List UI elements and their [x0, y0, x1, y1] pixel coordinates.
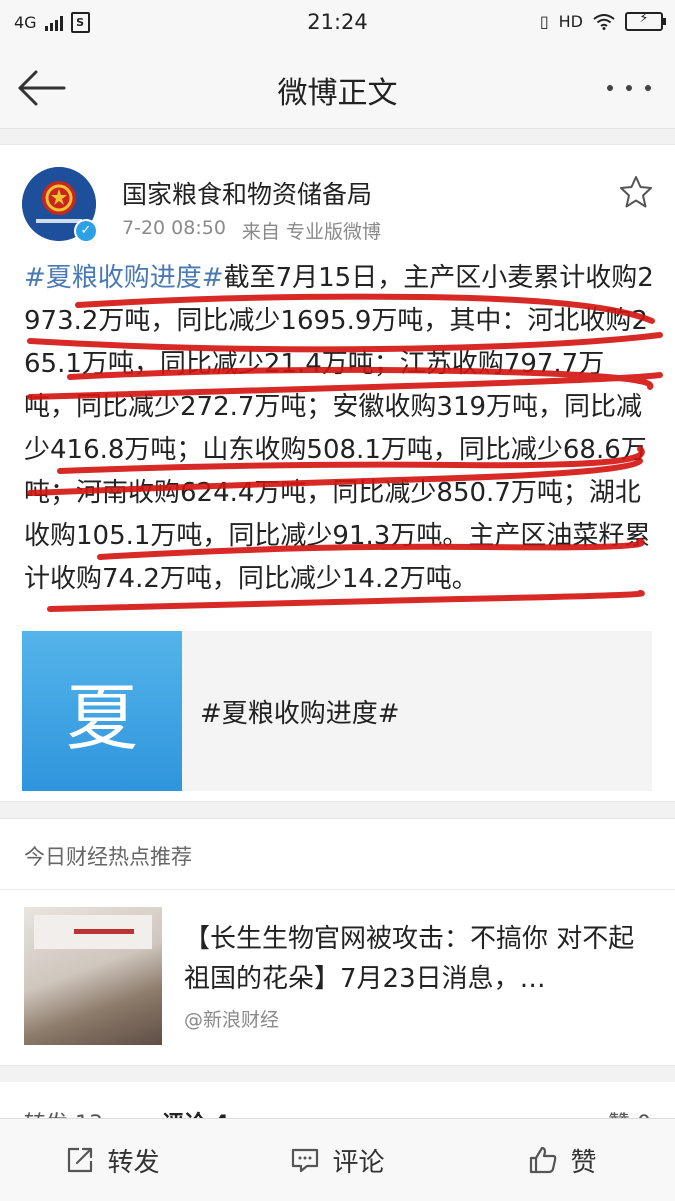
like-label: 赞: [570, 1147, 597, 1178]
source-name: 专业版微博: [285, 221, 381, 243]
charging-icon: ⚡: [639, 11, 649, 26]
verified-check-icon: ✓: [76, 221, 96, 241]
more-button[interactable]: [607, 70, 651, 106]
topic-thumbnail: 夏: [22, 631, 182, 791]
share-icon: [68, 1147, 93, 1173]
thumbnail-screen-shape: [34, 915, 152, 949]
like-button[interactable]: 赞: [450, 1119, 675, 1201]
thumbs-up-icon: [530, 1146, 557, 1174]
divider: [0, 889, 675, 890]
post-body: #夏粮收购进度#截至7月15日，主产区小麦累计收购2973.2万吨，同比减少16…: [24, 257, 654, 601]
recommendation-thumbnail[interactable]: [24, 907, 162, 1045]
post-source: 来自 专业版微博: [242, 217, 381, 244]
wifi-icon: [593, 13, 615, 30]
recommendation-heading: 今日财经热点推荐: [24, 845, 192, 869]
author-name[interactable]: 国家粮食和物资储备局: [122, 175, 372, 211]
comment-button[interactable]: 评论: [225, 1119, 450, 1201]
action-bar: 转发 评论 赞: [0, 1118, 675, 1201]
post-text: 截至7月15日，主产区小麦累计收购2973.2万吨，同比减少1695.9万吨，其…: [24, 263, 654, 594]
recommendation-source[interactable]: @新浪财经: [184, 1005, 279, 1032]
more-dots-icon: [607, 85, 613, 91]
topic-card-title: #夏粮收购进度#: [200, 699, 400, 729]
page-title: 微博正文: [277, 76, 398, 111]
post-date: 7-20 08:50: [122, 217, 226, 239]
verified-badge: ✓: [74, 219, 98, 243]
counters-row: 转发 13 评论 4 赞 0: [0, 1082, 675, 1122]
hd-label: HD: [558, 12, 583, 31]
post-meta: 7-20 08:50 来自 专业版微博: [122, 217, 381, 244]
nav-bar: 微博正文: [0, 48, 675, 129]
topic-link[interactable]: #夏粮收购进度#: [24, 263, 224, 293]
comment-icon: [292, 1148, 319, 1173]
status-right: ▯ HD ⚡: [539, 11, 666, 31]
post-card: ✓ 国家粮食和物资储备局 7-20 08:50 来自 专业版微博 #夏粮收购进度…: [0, 144, 675, 802]
repost-label: 转发: [107, 1147, 160, 1178]
vibrate-icon: ▯: [539, 12, 549, 31]
source-label: 来自: [241, 221, 280, 243]
repost-button[interactable]: 转发: [0, 1119, 225, 1201]
recommendation-card: 今日财经热点推荐 【长生生物官网被攻击：不搞你 对不起祖国的花朵】7月23日消息…: [0, 818, 675, 1066]
status-bar: 4G S 21:24 ▯ HD ⚡: [0, 0, 675, 48]
battery-icon: ⚡: [625, 11, 666, 31]
topic-card[interactable]: 夏 #夏粮收购进度#: [22, 631, 652, 791]
topic-thumb-glyph: 夏: [65, 675, 138, 760]
recommendation-title[interactable]: 【长生生物官网被攻击：不搞你 对不起祖国的花朵】7月23日消息，…: [184, 919, 654, 999]
favorite-star-icon[interactable]: [619, 175, 653, 209]
comment-label: 评论: [332, 1147, 385, 1178]
